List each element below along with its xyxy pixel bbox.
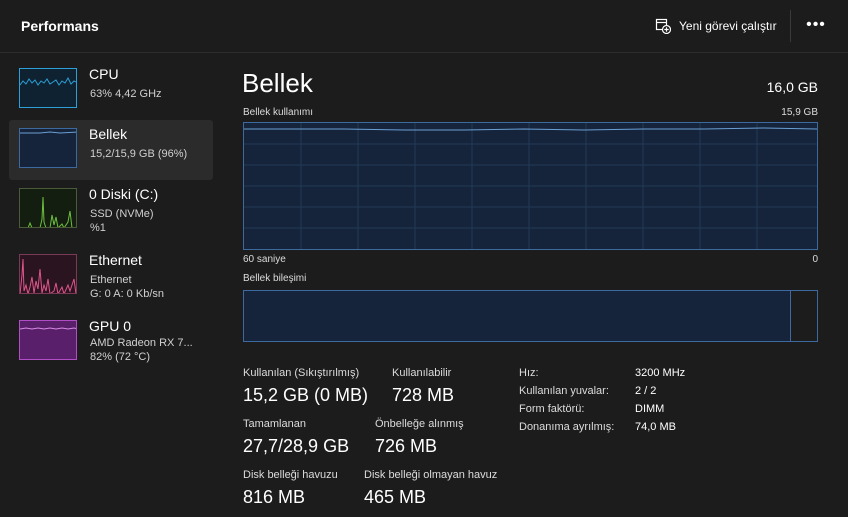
memory-heading: Bellek [242, 68, 313, 98]
sidebar-item-detail: AMD Radeon RX 7... [90, 337, 193, 349]
slots-used-label: Kullanılan yuvalar: [519, 385, 609, 397]
paged-pool-label: Disk belleği havuzu [243, 469, 338, 481]
more-options-button[interactable]: ••• [800, 14, 832, 38]
performance-sidebar: CPU 63% 4,42 GHz Bellek 15,2/15,9 GB (96… [0, 53, 222, 517]
sidebar-item-title: 0 Diski (C:) [89, 186, 159, 202]
sidebar-item-memory[interactable]: Bellek 15,2/15,9 GB (96%) [9, 120, 213, 180]
committed-value: 27,7/28,9 GB [243, 436, 350, 456]
sidebar-item-detail-2: %1 [90, 222, 106, 234]
form-factor-value: DIMM [635, 403, 665, 415]
sidebar-item-detail: 63% 4,42 GHz [90, 88, 162, 100]
hardware-reserved-label: Donanıma ayrılmış: [519, 421, 615, 433]
cached-label: Önbelleğe alınmış [375, 418, 464, 430]
run-new-task-button[interactable]: Yeni görevi çalıştır [655, 16, 777, 36]
memory-usage-label: Bellek kullanımı [243, 107, 314, 118]
sidebar-item-title: CPU [89, 66, 119, 82]
memory-thumbnail-graph [19, 128, 77, 168]
graph-time-span-label: 60 saniye [243, 254, 286, 265]
disk-thumbnail-graph [19, 188, 77, 228]
memory-usage-max: 15,9 GB [781, 107, 818, 118]
sidebar-item-detail-2: G: 0 A: 0 Kb/sn [90, 288, 164, 300]
total-memory: 16,0 GB [766, 79, 818, 95]
non-paged-pool-value: 465 MB [364, 487, 427, 507]
available-label: Kullanılabilir [392, 367, 452, 379]
memory-composition-label: Bellek bileşimi [243, 273, 307, 284]
in-use-label: Kullanılan (Sıkıştırılmış) [243, 367, 360, 379]
header-divider [790, 10, 791, 42]
gpu-thumbnail-graph [19, 320, 77, 360]
sidebar-item-ethernet[interactable]: Ethernet Ethernet G: 0 A: 0 Kb/sn [9, 246, 213, 306]
form-factor-label: Form faktörü: [519, 403, 585, 415]
ethernet-thumbnail-graph [19, 254, 77, 294]
sidebar-item-detail: SSD (NVMe) [90, 208, 154, 220]
hardware-reserved-value: 74,0 MB [635, 421, 676, 433]
sidebar-item-title: Bellek [89, 126, 128, 142]
in-use-value: 15,2 GB (0 MB) [243, 385, 369, 405]
memory-usage-line [244, 127, 817, 131]
sidebar-item-gpu[interactable]: GPU 0 AMD Radeon RX 7... 82% (72 °C) [9, 312, 213, 372]
non-paged-pool-label: Disk belleği olmayan havuz [364, 469, 498, 481]
memory-composition-bar[interactable] [243, 290, 818, 342]
speed-value: 3200 MHz [635, 367, 686, 379]
sidebar-item-detail: Ethernet [90, 274, 132, 286]
paged-pool-value: 816 MB [243, 487, 306, 507]
new-task-icon [655, 18, 671, 34]
memory-usage-graph [243, 122, 818, 250]
page-title: Performans [21, 18, 99, 34]
app-header: Performans Yeni görevi çalıştır ••• [0, 0, 848, 53]
memory-in-use-segment [244, 291, 792, 341]
graph-time-zero-label: 0 [812, 254, 818, 265]
sidebar-item-title: GPU 0 [89, 318, 132, 334]
sidebar-item-detail-2: 82% (72 °C) [90, 351, 151, 363]
sidebar-item-cpu[interactable]: CPU 63% 4,42 GHz [9, 60, 213, 120]
sidebar-item-title: Ethernet [89, 252, 142, 268]
sidebar-item-disk[interactable]: 0 Diski (C:) SSD (NVMe) %1 [9, 180, 213, 240]
available-value: 728 MB [392, 385, 455, 405]
run-new-task-label: Yeni görevi çalıştır [679, 19, 777, 33]
speed-label: Hız: [519, 367, 539, 379]
sidebar-item-detail: 15,2/15,9 GB (96%) [90, 148, 188, 160]
slots-used-value: 2 / 2 [635, 385, 657, 397]
cpu-thumbnail-graph [19, 68, 77, 108]
graph-gridlines [244, 123, 817, 249]
committed-label: Tamamlanan [243, 418, 306, 430]
cached-value: 726 MB [375, 436, 438, 456]
